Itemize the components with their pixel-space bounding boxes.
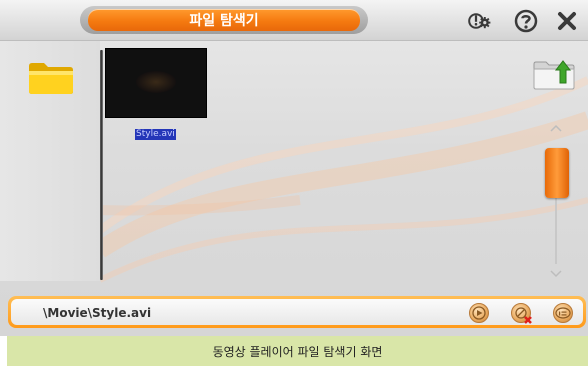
scrollbar-track[interactable] xyxy=(555,190,557,264)
path-bar-inner: \Movie\Style.avi xyxy=(11,299,583,325)
file-name-label[interactable]: Style.avi xyxy=(135,129,176,140)
panel-divider xyxy=(100,50,103,280)
parent-folder-button[interactable] xyxy=(532,56,576,90)
title-pill: 파일 탐색기 xyxy=(80,6,368,34)
help-button[interactable] xyxy=(514,9,538,33)
window-title: 파일 탐색기 xyxy=(88,9,360,31)
path-bar: \Movie\Style.avi xyxy=(8,296,586,328)
info-button[interactable] xyxy=(553,303,573,323)
video-thumbnail[interactable] xyxy=(106,49,206,117)
delete-button[interactable] xyxy=(511,303,532,324)
folder-sidebar xyxy=(0,41,100,281)
scrollbar-thumb[interactable] xyxy=(545,148,569,198)
delete-icon xyxy=(515,307,532,324)
thumbnail-image xyxy=(136,71,176,93)
close-x-icon xyxy=(558,12,576,30)
folder-up-icon xyxy=(533,60,575,90)
help-question-icon xyxy=(514,9,538,33)
current-path: \Movie\Style.avi xyxy=(43,306,152,320)
file-explorer-window: 파일 탐색기 Style.avi \Movie\Style.avi xyxy=(0,0,588,336)
play-icon xyxy=(472,306,486,320)
folder-icon[interactable] xyxy=(27,60,75,96)
settings-gear-icon xyxy=(468,13,491,29)
title-bar: 파일 탐색기 xyxy=(0,0,588,41)
info-icon xyxy=(555,307,571,319)
settings-button[interactable] xyxy=(468,9,492,33)
play-button[interactable] xyxy=(469,303,489,323)
image-caption: 동영상 플레이어 파일 탐색기 화면 xyxy=(7,336,588,366)
scroll-down-icon[interactable] xyxy=(550,268,562,280)
close-button[interactable] xyxy=(555,9,579,33)
scroll-up-icon[interactable] xyxy=(550,122,562,134)
